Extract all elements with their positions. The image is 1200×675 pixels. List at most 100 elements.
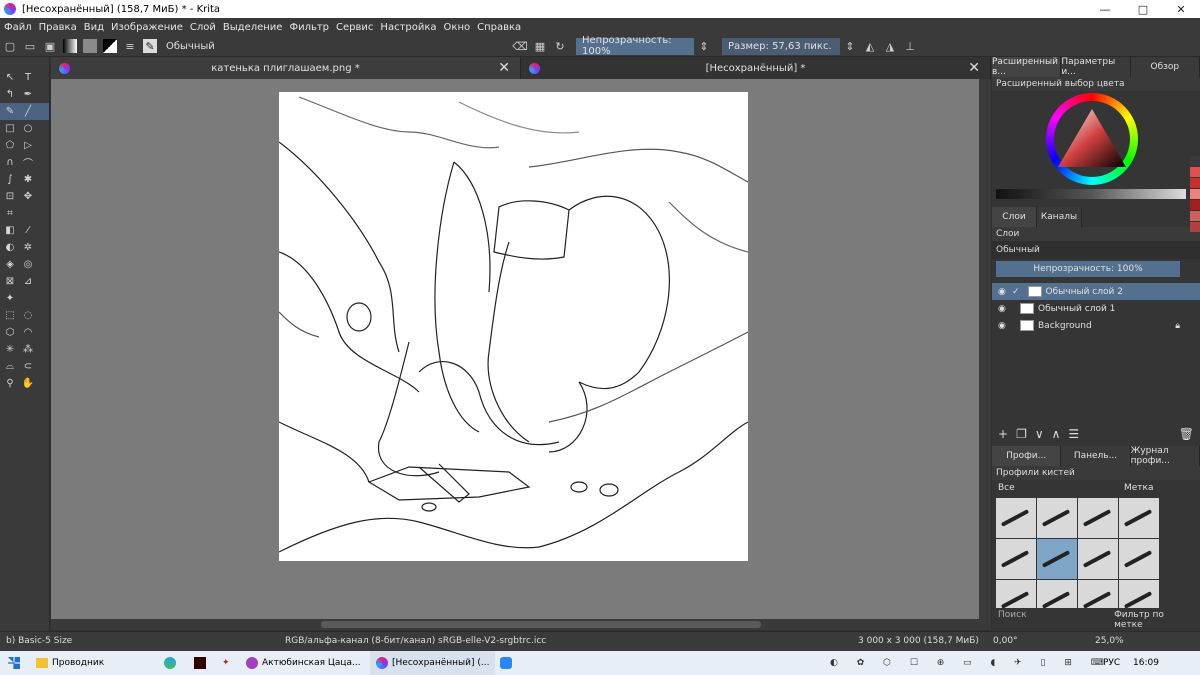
visibility-icon[interactable]: ◉ xyxy=(998,321,1008,331)
visibility-icon[interactable]: ◉ xyxy=(998,287,1008,297)
saturation-triangle[interactable] xyxy=(1054,105,1130,175)
taskbar-browser[interactable]: Актюбинская Цаца... xyxy=(246,651,361,675)
line-tool-icon[interactable]: ╱ xyxy=(21,105,35,119)
delete-layer-icon[interactable]: 🗑︎ xyxy=(1179,427,1194,441)
rect-select-icon[interactable]: ⬚ xyxy=(3,309,17,323)
close-tab-button[interactable]: ✕ xyxy=(968,60,980,76)
calligraphy-icon[interactable]: ✒ xyxy=(21,88,35,102)
tab-channels[interactable]: Каналы xyxy=(1037,207,1082,227)
menu-tools[interactable]: Сервис xyxy=(336,22,373,33)
rectangle-tool-icon[interactable]: □ xyxy=(3,122,17,136)
menu-window[interactable]: Окно xyxy=(444,22,471,33)
menu-select[interactable]: Выделение xyxy=(223,22,283,33)
menu-settings[interactable]: Настройка xyxy=(380,22,436,33)
brush-preset[interactable] xyxy=(1078,539,1118,579)
maximize-button[interactable]: □ xyxy=(1124,0,1162,18)
close-window-button[interactable]: ✕ xyxy=(1162,0,1200,18)
crop-icon[interactable]: ⊥ xyxy=(903,39,917,53)
vertical-scrollbar[interactable] xyxy=(979,79,991,630)
opacity-stepper-icon[interactable]: ⇕ xyxy=(697,39,711,53)
tab-palette[interactable]: Панель... xyxy=(1061,446,1131,466)
save-document-icon[interactable]: ▣ xyxy=(43,39,57,53)
new-document-icon[interactable]: ▢ xyxy=(3,39,17,53)
bezier-select-icon[interactable]: ⌓ xyxy=(3,360,17,374)
taskbar-vk[interactable] xyxy=(500,651,512,675)
taskbar-explorer[interactable]: Проводник xyxy=(36,651,104,675)
transform-tool-icon[interactable]: ⊡ xyxy=(3,190,17,204)
tab-brush-history[interactable]: Журнал профи... xyxy=(1130,446,1200,466)
fill-tool-icon[interactable]: ◈ xyxy=(3,258,17,272)
freehand-path-icon[interactable]: ⌒ xyxy=(21,156,35,170)
brush-preset[interactable] xyxy=(996,539,1036,579)
brush-tag-label[interactable]: Метка xyxy=(1124,483,1154,493)
assistant-icon[interactable]: ⊠ xyxy=(3,275,17,289)
reference-tool-icon[interactable]: ✦ xyxy=(3,292,17,306)
menu-filter[interactable]: Фильтр xyxy=(289,22,329,33)
tab-brush-presets[interactable]: Профи... xyxy=(992,446,1062,466)
layer-row[interactable]: ◉ ✓ Обычный слой 2 xyxy=(992,283,1200,300)
brush-preset[interactable] xyxy=(1037,498,1077,538)
contiguous-select-icon[interactable]: ✳ xyxy=(3,343,17,357)
layer-properties-icon[interactable]: ☰ xyxy=(1068,427,1079,441)
polyline-tool-icon[interactable]: ▷ xyxy=(21,139,35,153)
tab-document-2[interactable]: [Несохранённый] * ✕ xyxy=(521,57,991,79)
move-up-icon[interactable]: ∧ xyxy=(1052,427,1061,441)
layer-opacity-slider[interactable]: Непрозрачность: 100% xyxy=(996,261,1180,277)
brush-search-input[interactable]: Поиск xyxy=(998,610,1114,630)
pattern-icon[interactable] xyxy=(83,39,97,53)
color-picker-icon[interactable]: ⁄ xyxy=(21,224,35,238)
freehand-select-icon[interactable]: ◠ xyxy=(21,326,35,340)
taskbar-app[interactable]: ✦ xyxy=(222,651,230,675)
menu-edit[interactable]: Правка xyxy=(39,22,77,33)
move-tool-icon[interactable]: ✥ xyxy=(21,190,35,204)
taskbar-illustrator[interactable] xyxy=(194,651,206,675)
opacity-slider[interactable]: Непрозрачность: 100% xyxy=(576,35,694,57)
gradient-tool-icon[interactable]: ◧ xyxy=(3,224,17,238)
enclose-fill-icon[interactable]: ◎ xyxy=(21,258,35,272)
ellipse-select-icon[interactable]: ◌ xyxy=(21,309,35,323)
brush-preset-icon[interactable]: ✎ xyxy=(143,39,157,53)
pan-tool-icon[interactable]: ✋ xyxy=(21,377,35,391)
tray-icons[interactable]: ◐ ✿ ⬡ ☐ ⊕ ▭ ◖ ✈ ▯ ⊞ ⌨ xyxy=(830,651,1112,675)
zoom-value[interactable]: 25,0% xyxy=(1095,636,1124,646)
tab-layers[interactable]: Слои xyxy=(992,207,1037,227)
rotation-value[interactable]: 0,00° xyxy=(993,636,1018,646)
brush-preset[interactable] xyxy=(996,498,1036,538)
brush-preset[interactable] xyxy=(1119,539,1159,579)
polygon-select-icon[interactable]: ⬡ xyxy=(3,326,17,340)
menu-file[interactable]: Файл xyxy=(4,22,32,33)
ellipse-tool-icon[interactable]: ○ xyxy=(21,122,35,136)
size-slider[interactable]: Размер: 57,63 пикс. xyxy=(722,37,840,55)
color-selector[interactable] xyxy=(992,91,1200,201)
color-history[interactable] xyxy=(1190,156,1200,233)
start-button[interactable] xyxy=(8,651,24,675)
eraser-icon[interactable]: ⌫ xyxy=(512,39,528,53)
bezier-tool-icon[interactable]: ∩ xyxy=(3,156,17,170)
preserve-alpha-icon[interactable]: ▦ xyxy=(533,39,547,53)
select-shapes-icon[interactable]: ↖ xyxy=(3,71,17,85)
layer-row[interactable]: ◉ Обычный слой 1 xyxy=(992,300,1200,317)
mirror-vertical-icon[interactable]: ◮ xyxy=(883,39,897,53)
language-indicator[interactable]: РУС xyxy=(1103,651,1120,675)
gradient-icon[interactable] xyxy=(63,39,77,53)
brush-preset[interactable] xyxy=(1078,498,1118,538)
menu-layer[interactable]: Слой xyxy=(190,22,216,33)
brush-tag-select[interactable]: Все xyxy=(998,483,1108,493)
checkbox-icon[interactable]: ✓ xyxy=(1012,287,1020,297)
fg-bg-color-icon[interactable] xyxy=(103,39,117,53)
mirror-horizontal-icon[interactable]: ◭ xyxy=(863,39,877,53)
brush-preset[interactable] xyxy=(1078,580,1118,608)
layer-row[interactable]: ◉ Background 🔒︎ xyxy=(992,317,1200,334)
edit-shapes-icon[interactable]: ↰ xyxy=(3,88,17,102)
brush-preset[interactable] xyxy=(1037,580,1077,608)
smart-patch-icon[interactable]: ✲ xyxy=(21,241,35,255)
scroll-thumb[interactable] xyxy=(321,621,761,628)
similar-select-icon[interactable]: ⁂ xyxy=(21,343,35,357)
menu-image[interactable]: Изображение xyxy=(111,22,183,33)
polygon-tool-icon[interactable]: ⬠ xyxy=(3,139,17,153)
clock[interactable]: 16:09 xyxy=(1133,651,1159,675)
tab-document-1[interactable]: катенька плиглашаем.png * ✕ xyxy=(51,57,521,79)
blend-mode-select[interactable]: Обычный xyxy=(160,38,510,55)
filter-by-tag-checkbox[interactable]: Фильтр по метке xyxy=(1114,610,1194,630)
drawing-canvas[interactable] xyxy=(278,92,749,561)
